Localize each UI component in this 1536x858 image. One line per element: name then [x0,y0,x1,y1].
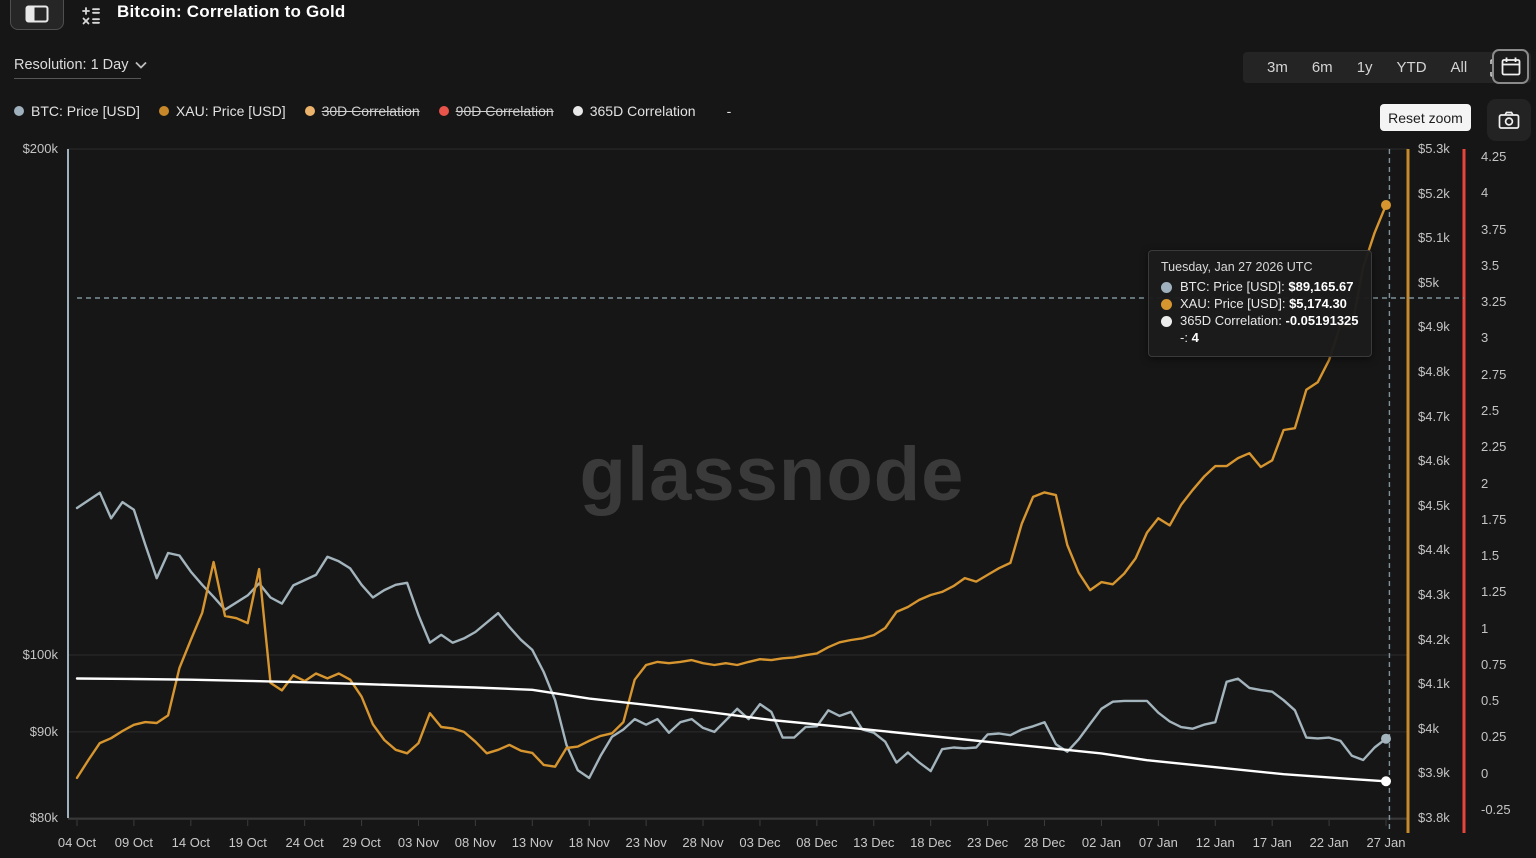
tooltip-row: XAU: Price [USD]: $5,174.30 [1161,296,1359,312]
tooltip-series-value: 4 [1192,330,1199,345]
last-point-marker [1381,776,1391,786]
tooltip-series-value: $89,165.67 [1288,279,1353,294]
tooltip-series-label: BTC: Price [USD]: $89,165.67 [1180,279,1353,295]
tooltip-row: BTC: Price [USD]: $89,165.67 [1161,279,1359,295]
tooltip-row: -: 4 [1161,330,1359,346]
series-line [77,679,1386,782]
tooltip: Tuesday, Jan 27 2026 UTC BTC: Price [USD… [1148,250,1372,357]
tooltip-series-dot [1161,316,1172,327]
tooltip-row: 365D Correlation: -0.05191325 [1161,313,1359,329]
tooltip-title: Tuesday, Jan 27 2026 UTC [1161,260,1359,274]
watermark: glassnode [580,432,965,517]
tooltip-series-value: $5,174.30 [1289,296,1347,311]
tooltip-series-label: -: 4 [1180,330,1199,346]
glassnode-chart-page: Bitcoin: Correlation to Gold Resolution:… [0,0,1536,858]
tooltip-rows: BTC: Price [USD]: $89,165.67XAU: Price [… [1161,279,1359,346]
chart-svg: glassnode [0,0,1536,858]
chart-canvas[interactable]: glassnode [0,0,1536,858]
last-point-marker [1381,734,1391,744]
last-point-marker [1381,200,1391,210]
tooltip-dot-spacer [1161,333,1172,344]
tooltip-series-label: XAU: Price [USD]: $5,174.30 [1180,296,1347,312]
tooltip-series-dot [1161,299,1172,310]
tooltip-series-value: -0.05191325 [1286,313,1359,328]
tooltip-series-label: 365D Correlation: -0.05191325 [1180,313,1359,329]
series-line [77,493,1386,778]
tooltip-series-dot [1161,282,1172,293]
